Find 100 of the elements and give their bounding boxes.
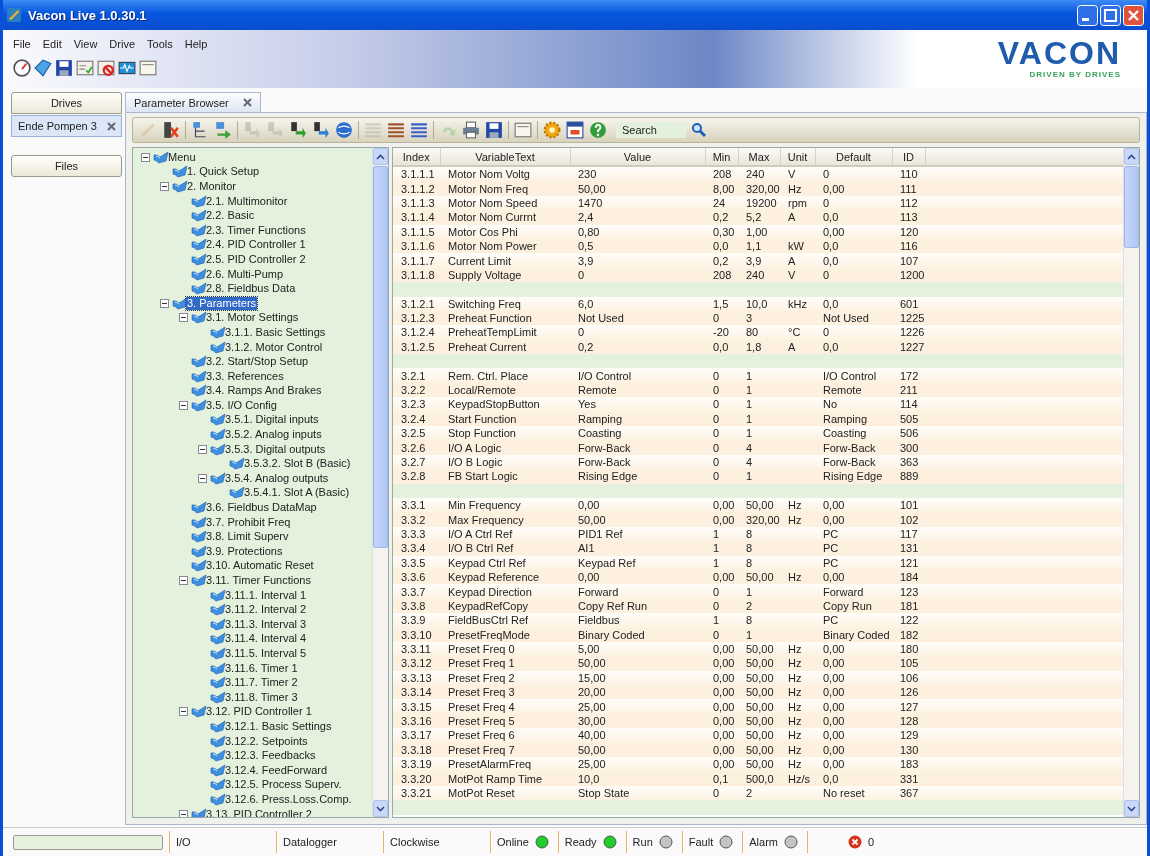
- tree-item[interactable]: 2.6. Multi-Pump: [205, 267, 285, 281]
- main-menu-entry[interactable]: Drive: [109, 38, 136, 56]
- tree-item[interactable]: 3.5.3. Digital outputs: [224, 442, 327, 456]
- tree-item[interactable]: 3.4. Ramps And Brakes: [205, 384, 323, 398]
- tree-item[interactable]: 2.2. Basic: [205, 209, 256, 223]
- column-header[interactable]: VariableText: [440, 148, 570, 166]
- scrollbar[interactable]: [1123, 148, 1139, 817]
- tree-item[interactable]: 2.3. Timer Functions: [205, 223, 307, 237]
- scroll-thumb[interactable]: [1124, 166, 1139, 248]
- delete-icon[interactable]: [162, 121, 180, 139]
- tree-item[interactable]: 3.1.1. Basic Settings: [224, 325, 327, 339]
- column-header[interactable]: Index: [393, 148, 440, 166]
- tree-item[interactable]: 2. Monitor: [186, 180, 237, 193]
- save-icon[interactable]: [55, 59, 73, 77]
- expander-icon[interactable]: [178, 576, 188, 585]
- tree-item[interactable]: 3.12.6. Press.Loss.Comp.: [224, 792, 353, 806]
- tree-item[interactable]: 3.8. Limit Superv: [205, 530, 290, 544]
- step-arrow-icon[interactable]: [289, 121, 307, 139]
- tree-item[interactable]: 3.7. Prohibit Freq: [205, 515, 292, 529]
- tab-label[interactable]: Parameter Browser: [134, 96, 229, 109]
- column-header[interactable]: Max: [738, 148, 780, 166]
- tree-item[interactable]: 3.12.3. Feedbacks: [224, 749, 317, 763]
- prohibited-icon[interactable]: [97, 59, 115, 77]
- scroll-thumb[interactable]: [373, 166, 388, 548]
- scrollbar[interactable]: [372, 148, 388, 817]
- close-button[interactable]: [1123, 4, 1144, 26]
- expander-icon[interactable]: [197, 473, 207, 483]
- tree-item[interactable]: 3.5.4.1. Slot A (Basic): [243, 486, 351, 500]
- column-header[interactable]: Unit: [780, 148, 815, 166]
- scroll-down-button[interactable]: [1124, 800, 1139, 817]
- expander-icon[interactable]: [178, 400, 188, 410]
- drives-button[interactable]: Drives: [11, 92, 122, 114]
- tree-item[interactable]: 3.5. I/O Config: [205, 398, 278, 412]
- maximize-button[interactable]: [1100, 4, 1121, 26]
- tree-item[interactable]: 3.12.4. FeedForward: [224, 763, 329, 777]
- minimize-button[interactable]: [1077, 4, 1098, 26]
- column-header[interactable]: ID: [892, 148, 925, 166]
- expander-icon[interactable]: [178, 313, 188, 323]
- checklist-icon[interactable]: [76, 59, 94, 77]
- expander-icon[interactable]: [159, 182, 169, 191]
- drive-tab-label[interactable]: Ende Pompen 3: [18, 120, 97, 132]
- help-icon[interactable]: [589, 121, 607, 139]
- column-header[interactable]: Value: [570, 148, 705, 166]
- monitor-icon[interactable]: [118, 59, 136, 77]
- tree-item[interactable]: 3.6. Fieldbus DataMap: [205, 501, 318, 515]
- files-button[interactable]: Files: [11, 155, 122, 177]
- tree-item[interactable]: 3.5.3.2. Slot B (Basic): [243, 457, 352, 471]
- tree-item[interactable]: 3.9. Protections: [205, 544, 284, 558]
- tree-item[interactable]: 3.5.2. Analog inputs: [224, 428, 323, 442]
- tree-icon[interactable]: [191, 121, 209, 139]
- chevron-up-icon[interactable]: [1127, 153, 1136, 160]
- main-menu-entry[interactable]: Tools: [147, 38, 173, 56]
- tree-item[interactable]: 3.11.2. Interval 2: [224, 603, 308, 617]
- tree-item[interactable]: 3.11.3. Interval 3: [224, 617, 308, 631]
- tree-item[interactable]: 3.12.2. Setpoints: [224, 734, 309, 748]
- list-icon[interactable]: [387, 121, 405, 139]
- save-icon[interactable]: [485, 121, 503, 139]
- step-arrow-icon[interactable]: [312, 121, 330, 139]
- gear-icon[interactable]: [543, 121, 561, 139]
- main-menu-entry[interactable]: Edit: [42, 38, 62, 56]
- scroll-up-button[interactable]: [1124, 148, 1139, 165]
- search-icon[interactable]: [691, 122, 707, 138]
- tree-item[interactable]: 3.12.5. Process Superv.: [224, 778, 343, 792]
- list-icon[interactable]: [410, 121, 428, 139]
- scroll-down-button[interactable]: [373, 800, 388, 817]
- tree-item[interactable]: 3.13. PID Controller 2: [205, 807, 313, 817]
- tree-item[interactable]: 3.5.4. Analog outputs: [224, 471, 330, 485]
- main-menu-entry[interactable]: View: [73, 38, 98, 56]
- tree-item[interactable]: 3.11.6. Timer 1: [224, 661, 299, 675]
- close-icon[interactable]: [107, 121, 116, 131]
- column-header[interactable]: Min: [705, 148, 738, 166]
- tree-item[interactable]: 3.5.1. Digital inputs: [224, 413, 320, 427]
- chevron-down-icon[interactable]: [1127, 805, 1136, 812]
- search-field[interactable]: Search: [616, 122, 686, 138]
- tree-item[interactable]: 3.2. Start/Stop Setup: [205, 355, 310, 369]
- main-menu-entry[interactable]: Help: [184, 38, 208, 56]
- tree-item[interactable]: 3.10. Automatic Reset: [205, 559, 315, 573]
- print-icon[interactable]: [462, 121, 480, 139]
- globe-icon[interactable]: [335, 121, 353, 139]
- window-icon[interactable]: [514, 121, 532, 139]
- tree-item[interactable]: 3.11. Timer Functions: [205, 574, 312, 587]
- tree-item[interactable]: 2.8. Fieldbus Data: [205, 282, 297, 296]
- chevron-down-icon[interactable]: [376, 805, 385, 812]
- expander-icon[interactable]: [178, 809, 188, 817]
- expander-icon[interactable]: [140, 152, 150, 162]
- tree-item[interactable]: 2.5. PID Controller 2: [205, 252, 307, 266]
- tree-item[interactable]: 3.11.1. Interval 1: [224, 588, 308, 602]
- scroll-up-button[interactable]: [373, 148, 388, 165]
- tree-item[interactable]: 3.1. Motor Settings: [205, 311, 300, 325]
- expander-icon[interactable]: [178, 707, 188, 717]
- gauge-icon[interactable]: [13, 59, 31, 77]
- close-icon[interactable]: [242, 98, 252, 107]
- tree-item[interactable]: 3.12.1. Basic Settings: [224, 719, 333, 733]
- tree-item[interactable]: 3.11.5. Interval 5: [224, 647, 308, 660]
- calendar-icon[interactable]: [566, 121, 584, 139]
- tree-arrow-icon[interactable]: [214, 121, 232, 139]
- chevron-up-icon[interactable]: [376, 153, 385, 160]
- main-menu-entry[interactable]: File: [13, 38, 31, 56]
- tree-item[interactable]: 3. Parameters: [186, 296, 258, 310]
- tree-item[interactable]: Menu: [167, 150, 197, 164]
